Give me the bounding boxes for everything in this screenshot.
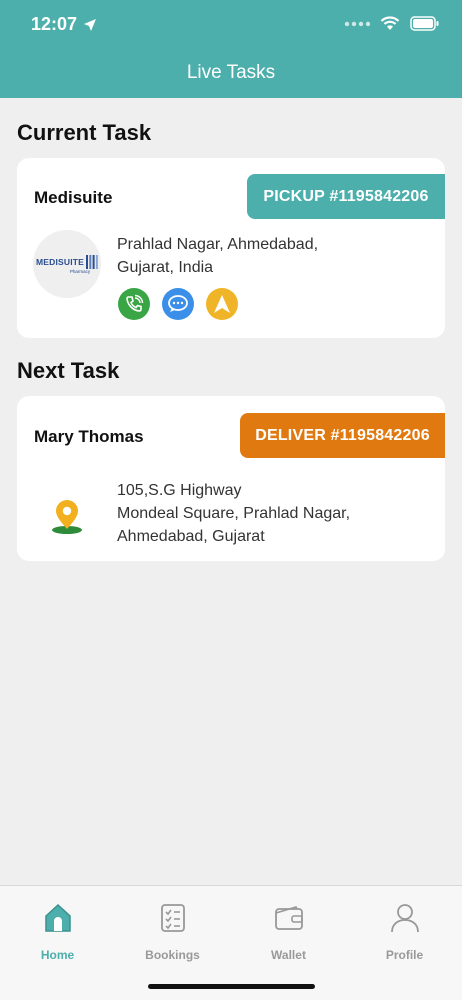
address-line: Ahmedabad, Gujarat	[117, 528, 265, 545]
location-arrow-icon	[84, 18, 97, 31]
bookings-icon	[160, 904, 185, 932]
tab-profile[interactable]: Profile	[347, 886, 462, 976]
logo-text: MEDISUITE	[35, 256, 85, 267]
tab-home[interactable]: Home	[0, 886, 115, 976]
profile-icon	[390, 904, 419, 933]
wifi-icon	[380, 16, 400, 30]
call-button[interactable]	[118, 288, 150, 320]
current-task-address: Prahlad Nagar, Ahmedabad, Gujarat, India	[117, 233, 318, 279]
address-line: Prahlad Nagar, Ahmedabad,	[117, 236, 319, 253]
tab-label: Wallet	[271, 948, 306, 962]
status-indicators	[344, 16, 440, 31]
pickup-tag: PICKUP #1195842206	[247, 174, 445, 219]
next-task-heading: Next Task	[17, 358, 120, 383]
tab-label: Bookings	[145, 948, 200, 962]
time-text: 12:07	[31, 14, 78, 34]
current-task-heading: Current Task	[17, 120, 152, 145]
next-task-card[interactable]: Mary Thomas DELIVER #1195842206 105,S.G …	[17, 396, 445, 561]
bottom-tab-bar: Home Bookings Wallet Profile	[0, 885, 462, 1000]
address-line: Gujarat, India	[117, 259, 214, 276]
deliver-tag: DELIVER #1195842206	[240, 413, 445, 458]
tab-bookings[interactable]: Bookings	[115, 886, 230, 976]
home-indicator	[148, 984, 315, 989]
signal-dots-icon	[344, 21, 370, 26]
page-title: Live Tasks	[186, 62, 276, 83]
address-line: 105,S.G Highway	[117, 482, 242, 499]
logo-bars-icon	[86, 254, 98, 269]
tab-label: Home	[40, 948, 75, 962]
address-line: Mondeal Square, Prahlad Nagar,	[117, 505, 351, 522]
home-icon	[44, 903, 71, 932]
map-pin-icon	[52, 500, 82, 534]
next-task-address: 105,S.G Highway Mondeal Square, Prahlad …	[117, 479, 350, 548]
next-task-name: Mary Thomas	[34, 427, 144, 446]
navigate-button[interactable]	[206, 288, 238, 320]
logo-subtext: Pharmacy	[69, 268, 91, 274]
phone-icon	[126, 294, 144, 312]
chat-button[interactable]	[162, 288, 194, 320]
current-task-name: Medisuite	[34, 188, 113, 207]
tab-label: Profile	[385, 948, 424, 962]
wallet-icon	[274, 906, 303, 930]
tab-wallet[interactable]: Wallet	[231, 886, 346, 976]
current-task-card[interactable]: Medisuite PICKUP #1195842206 MEDISUITE P…	[17, 158, 445, 338]
status-bar: 12:07	[0, 0, 462, 50]
status-time: 12:07	[31, 14, 97, 35]
navigation-arrow-icon	[214, 295, 230, 313]
app-header: 12:07 Live Tasks	[0, 0, 462, 98]
chat-bubble-icon	[168, 295, 188, 312]
medisuite-logo: MEDISUITE Pharmacy	[33, 230, 101, 298]
battery-icon	[410, 16, 439, 31]
